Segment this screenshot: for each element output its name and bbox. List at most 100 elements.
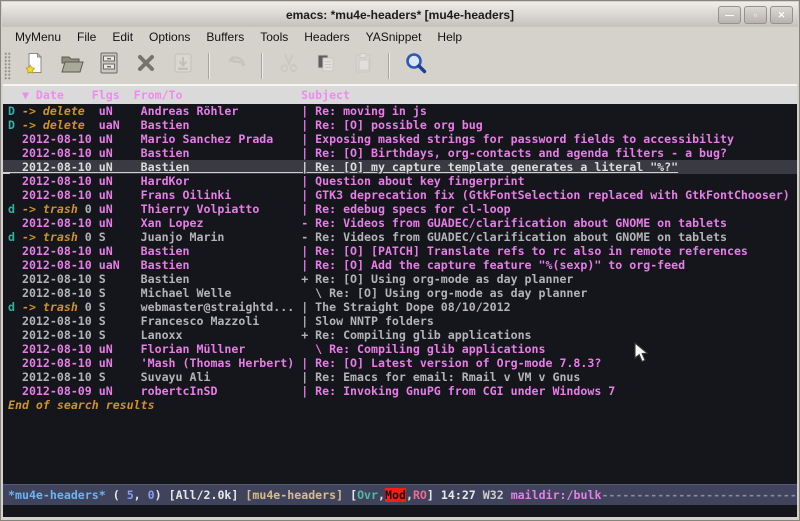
modeline-separator: [ [350, 488, 357, 502]
message-row[interactable]: D -> delete uaN Bastien | Re: [O] possib… [3, 118, 797, 132]
row-segment: -> trash [22, 202, 85, 216]
menu-item-tools[interactable]: Tools [252, 28, 296, 46]
row-segment: d [8, 300, 22, 314]
menu-item-edit[interactable]: Edit [104, 28, 141, 46]
mouse-cursor [634, 342, 649, 363]
row-segment: 0 [85, 230, 99, 244]
modeline-separator: , [406, 488, 413, 502]
row-segment: 2012-08-10 [22, 146, 99, 160]
row-segment: Florian Müllner [141, 342, 302, 356]
save-icon [99, 52, 119, 79]
message-row[interactable]: 2012-08-09 uN robertcInSD | Re: Invoking… [3, 384, 797, 398]
message-row[interactable]: 2012-08-10 uN Florian Müllner \ Re: Comp… [3, 342, 797, 356]
maximize-button[interactable]: ▫ [744, 6, 767, 24]
row-segment: Francesco Mazzoli [141, 314, 302, 328]
row-segment: Bastien [141, 146, 302, 160]
copy-icon [315, 52, 337, 79]
row-segment: HardKor [141, 174, 302, 188]
menu-item-yasnippet[interactable]: YASnippet [358, 28, 430, 46]
row-segment: d [8, 202, 22, 216]
toolbar-buttons [16, 50, 434, 81]
row-segment: 2012-08-09 [22, 384, 99, 398]
message-row[interactable]: 2012-08-10 uN Bastien | Re: [O] Birthday… [3, 146, 797, 160]
row-segment [8, 314, 22, 328]
message-row[interactable]: 2012-08-10 S Francesco Mazzoli | Slow NN… [3, 314, 797, 328]
title-bar[interactable]: emacs: *mu4e-headers* [mu4e-headers] —▫✕ [2, 2, 798, 27]
message-row[interactable]: 2012-08-10 uN 'Mash (Thomas Herbert) | R… [3, 356, 797, 370]
message-row[interactable]: 2012-08-10 S Lanoxx + Re: Compiling glib… [3, 328, 797, 342]
row-segment: + Re: Compiling glib applications [301, 328, 531, 342]
toolbar-button-save[interactable] [93, 50, 124, 81]
echo-area[interactable] [3, 505, 797, 517]
row-segment: 2012-08-10 [22, 258, 99, 272]
message-row[interactable]: d -> trash 0 uN Thierry Volpiatto | Re: … [3, 202, 797, 216]
modeline-buffer-name: *mu4e-headers* [8, 488, 106, 502]
row-segment [8, 160, 22, 174]
modeline-overwrite-indicator: Ovr [357, 488, 378, 502]
toolbar-button-paste [347, 50, 378, 81]
toolbar-button-undo [220, 50, 251, 81]
row-segment: uN [99, 216, 141, 230]
row-segment: | Question about key fingerprint [301, 174, 524, 188]
close-icon [135, 52, 157, 79]
menu-item-buffers[interactable]: Buffers [198, 28, 252, 46]
message-row[interactable]: 2012-08-10 S Bastien + Re: [O] Using org… [3, 272, 797, 286]
message-row-current[interactable]: 2012-08-10 uN Bastien | Re: [O] my captu… [3, 160, 797, 174]
toolbar-separator [388, 53, 390, 79]
row-segment [8, 328, 22, 342]
toolbar-button-close[interactable] [130, 50, 161, 81]
modeline-clock: 14:27 [441, 488, 483, 502]
menu-item-mymenu[interactable]: MyMenu [7, 28, 69, 46]
row-segment: 2012-08-10 [22, 244, 99, 258]
headers-column-line[interactable]: ▼ Date Flgs From/To Subject [3, 86, 797, 104]
toolbar-button-open-file[interactable] [56, 50, 87, 81]
row-segment: Bastien [141, 244, 302, 258]
row-segment: 2012-08-10 [22, 132, 99, 146]
toolbar-button-search[interactable] [400, 50, 431, 81]
row-segment: | Re: [O] Latest version of Org-mode 7.8… [301, 356, 601, 370]
save-as-icon [172, 52, 194, 79]
menu-item-help[interactable]: Help [429, 28, 470, 46]
modeline-separator: ] [427, 488, 441, 502]
message-row[interactable]: d -> trash 0 S webmaster@straightd... | … [3, 300, 797, 314]
row-segment: 2012-08-10 [22, 188, 99, 202]
message-row[interactable]: 2012-08-10 uN Frans Oilinki | GTK3 depre… [3, 188, 797, 202]
row-segment: | Exposing masked strings for password f… [301, 132, 734, 146]
row-segment: Michael Welle [141, 286, 302, 300]
toolbar-drag-handle[interactable] [4, 52, 11, 80]
row-segment: | Re: [O] Birthdays, org-contacts and ag… [301, 146, 727, 160]
toolbar-button-copy [310, 50, 341, 81]
row-segment: D [8, 118, 22, 132]
row-segment: uaN [99, 258, 141, 272]
row-segment: S [99, 286, 141, 300]
row-segment: | Re: [O] Add the capture feature "%(sex… [301, 258, 685, 272]
row-segment: 2012-08-10 [22, 356, 99, 370]
minimize-button[interactable]: — [718, 6, 741, 24]
message-row[interactable]: d -> trash 0 S Juanjo Marin - Re: Videos… [3, 230, 797, 244]
row-segment: -> trash [22, 230, 85, 244]
row-segment [8, 286, 22, 300]
modeline-line-number: 5 [127, 488, 134, 502]
modeline-column-number: 0 [148, 488, 155, 502]
message-row[interactable]: D -> delete uN Andreas Röhler | Re: movi… [3, 104, 797, 118]
toolbar-button-new-file[interactable] [19, 50, 50, 81]
message-row[interactable]: 2012-08-10 uN Mario Sanchez Prada | Expo… [3, 132, 797, 146]
menu-item-options[interactable]: Options [141, 28, 198, 46]
message-row[interactable]: 2012-08-10 uaN Bastien | Re: [O] Add the… [3, 258, 797, 272]
row-segment: uN [99, 174, 141, 188]
message-row[interactable]: 2012-08-10 uN Bastien | Re: [O] [PATCH] … [3, 244, 797, 258]
row-segment: Bastien [141, 160, 302, 174]
row-segment: uN [99, 244, 141, 258]
menu-item-file[interactable]: File [69, 28, 104, 46]
row-segment: -> trash [22, 300, 85, 314]
message-row[interactable]: 2012-08-10 S Suvayu Ali | Re: Emacs for … [3, 370, 797, 384]
menu-item-headers[interactable]: Headers [296, 28, 357, 46]
row-segment: uN [99, 104, 141, 118]
message-row[interactable]: 2012-08-10 S Michael Welle \ Re: [O] Usi… [3, 286, 797, 300]
message-row[interactable]: 2012-08-10 uN HardKor | Question about k… [3, 174, 797, 188]
toolbar-button-save-as [167, 50, 198, 81]
message-list: D -> delete uN Andreas Röhler | Re: movi… [3, 104, 797, 398]
modeline-separator: ) [155, 488, 169, 502]
message-row[interactable]: 2012-08-10 uN Xan Lopez - Re: Videos fro… [3, 216, 797, 230]
close-button[interactable]: ✕ [770, 6, 793, 24]
